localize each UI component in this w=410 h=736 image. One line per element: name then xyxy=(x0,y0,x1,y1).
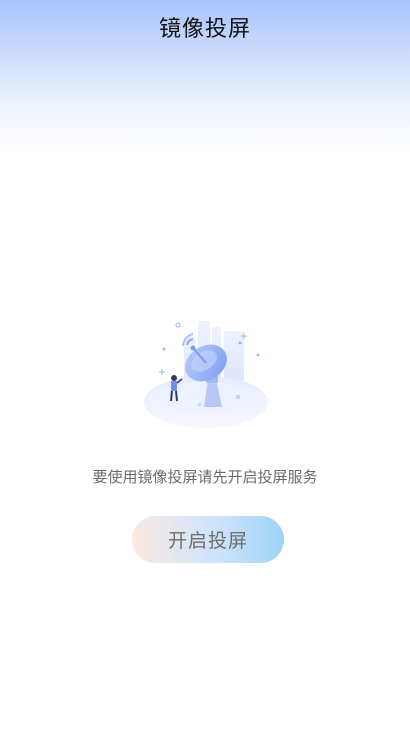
start-screen-mirroring-button[interactable]: 开启投屏 xyxy=(132,516,284,563)
screen: 镜像投屏 要使用镜像投屏请先开启投屏服务 开启投屏 xyxy=(0,0,410,736)
enable-service-prompt: 要使用镜像投屏请先开启投屏服务 xyxy=(92,468,318,486)
start-button-label: 开启投屏 xyxy=(167,530,248,552)
satellite-dish-illustration xyxy=(144,321,268,428)
header: 镜像投屏 xyxy=(0,0,410,54)
page-title: 镜像投屏 xyxy=(158,17,251,42)
